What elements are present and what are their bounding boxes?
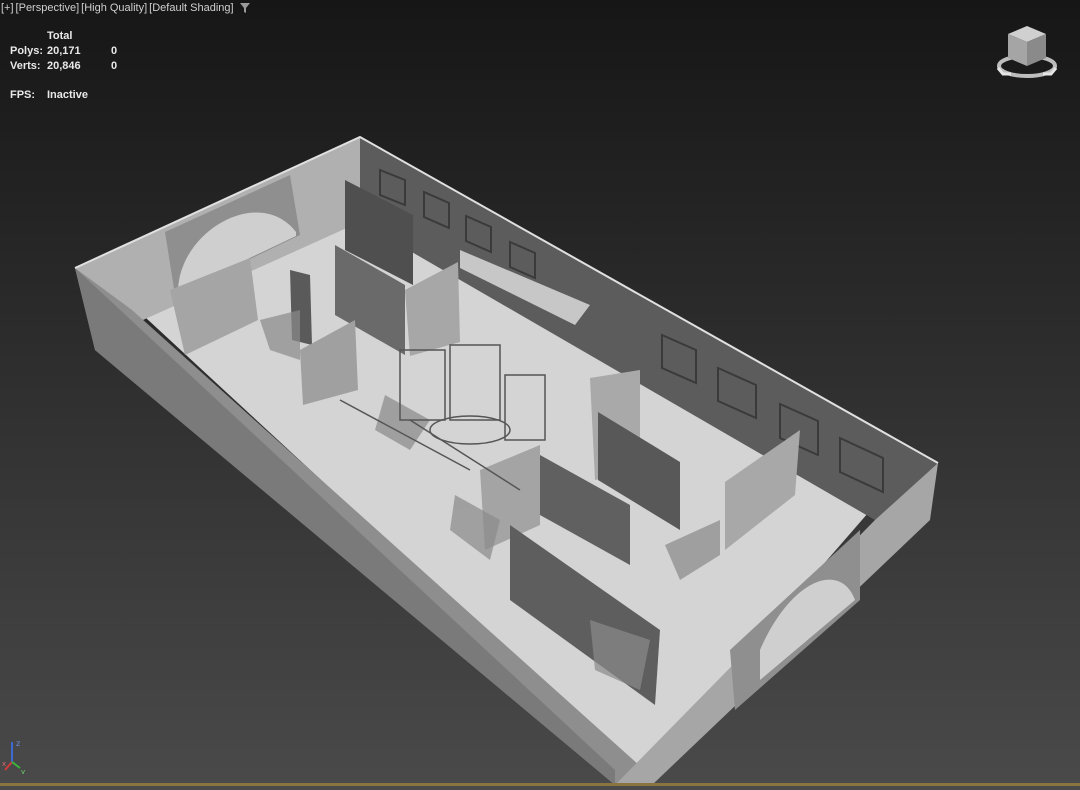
viewport-active-border: [0, 783, 1080, 786]
viewport-scene[interactable]: [0, 0, 1080, 790]
polys-total: 20,171: [47, 44, 81, 57]
axis-y-label: y: [21, 768, 25, 774]
viewport-statistics: Total Polys: 20,171 0 Verts: 20,846 0 FP…: [10, 28, 141, 102]
viewport-point-of-view[interactable]: [Perspective]: [15, 2, 81, 14]
axis-tripod-icon: z x y: [2, 739, 25, 774]
polys-label: Polys:: [10, 44, 44, 57]
verts-label: Verts:: [10, 59, 41, 72]
axis-z-label: z: [16, 739, 20, 748]
stats-verts-row: Verts: 20,846 0: [10, 58, 141, 73]
viewport-quality[interactable]: [High Quality]: [80, 2, 148, 14]
verts-total: 20,846: [47, 59, 81, 72]
filter-icon[interactable]: [239, 2, 251, 14]
axis-x-label: x: [2, 760, 6, 768]
viewcube-icon[interactable]: [996, 20, 1060, 82]
viewport-label-bar: [+] [Perspective] [High Quality] [Defaul…: [0, 0, 251, 15]
polys-selected: 0: [111, 44, 118, 57]
verts-selected: 0: [111, 59, 118, 72]
viewport-menu-plus[interactable]: [+]: [0, 2, 15, 14]
fps-value: Inactive: [47, 88, 88, 101]
stats-total-header: Total: [47, 29, 73, 42]
stats-polys-row: Polys: 20,171 0: [10, 43, 141, 58]
fps-label: FPS:: [10, 88, 36, 101]
viewport-shading[interactable]: [Default Shading]: [148, 2, 234, 14]
stats-fps-row: FPS: Inactive: [10, 87, 141, 102]
